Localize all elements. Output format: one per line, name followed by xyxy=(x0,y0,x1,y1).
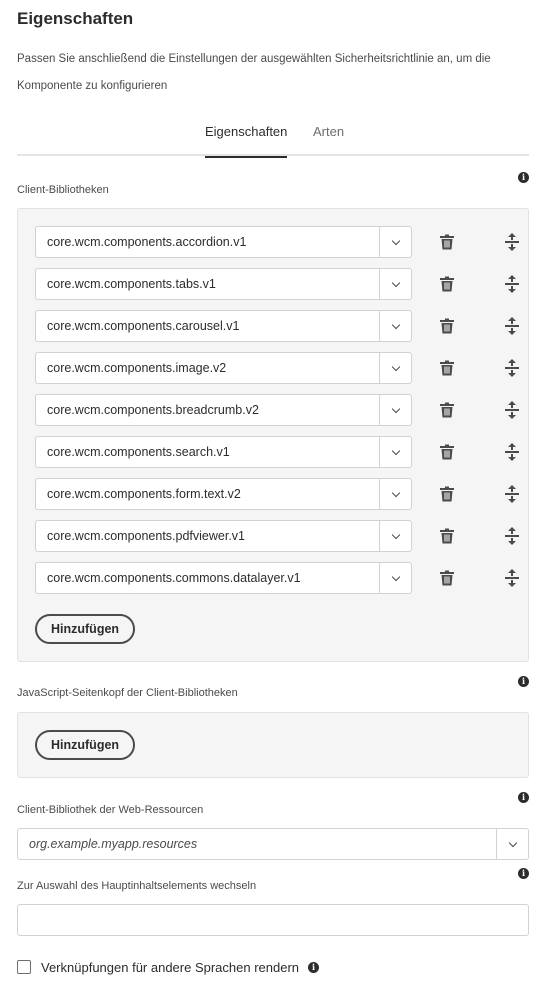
move-vertical-icon[interactable] xyxy=(503,316,521,336)
trash-icon[interactable] xyxy=(439,570,455,586)
client-library-select[interactable]: core.wcm.components.breadcrumb.v2 xyxy=(35,394,412,426)
info-icon[interactable]: i xyxy=(518,172,529,183)
client-library-row: core.wcm.components.tabs.v1 xyxy=(35,268,519,300)
page-title: Eigenschaften xyxy=(17,9,134,28)
client-libraries-panel: core.wcm.components.accordion.v1 core.wc… xyxy=(17,208,529,662)
move-vertical-icon[interactable] xyxy=(503,274,521,294)
move-vertical-icon[interactable] xyxy=(503,526,521,546)
chevron-down-icon xyxy=(391,236,400,245)
move-vertical-icon[interactable] xyxy=(503,232,521,252)
client-library-value: core.wcm.components.image.v2 xyxy=(47,361,227,375)
client-library-value: core.wcm.components.breadcrumb.v2 xyxy=(47,403,259,417)
tab-properties[interactable]: Eigenschaften xyxy=(205,124,288,158)
tab-styles[interactable]: Arten xyxy=(313,124,344,156)
info-icon[interactable]: i xyxy=(518,676,529,687)
trash-icon[interactable] xyxy=(439,360,455,376)
client-library-select[interactable]: core.wcm.components.accordion.v1 xyxy=(35,226,412,258)
chevron-down-icon xyxy=(391,488,400,497)
page-description: Passen Sie anschließend die Einstellunge… xyxy=(17,53,491,92)
client-library-dropdown-button[interactable] xyxy=(379,311,411,341)
move-vertical-icon[interactable] xyxy=(503,442,521,462)
chevron-down-icon xyxy=(391,278,400,287)
trash-icon[interactable] xyxy=(439,402,455,418)
client-libraries-label: Client-Bibliotheken xyxy=(17,184,109,196)
chevron-down-icon xyxy=(508,838,517,847)
client-library-row: core.wcm.components.pdfviewer.v1 xyxy=(35,520,519,552)
client-library-row: core.wcm.components.breadcrumb.v2 xyxy=(35,394,519,426)
client-library-row: core.wcm.components.image.v2 xyxy=(35,352,519,384)
render-links-checkbox[interactable] xyxy=(17,960,31,974)
trash-icon[interactable] xyxy=(439,234,455,250)
client-library-dropdown-button[interactable] xyxy=(379,353,411,383)
client-library-value: core.wcm.components.carousel.v1 xyxy=(47,319,240,333)
client-library-dropdown-button[interactable] xyxy=(379,521,411,551)
info-icon[interactable]: i xyxy=(518,792,529,803)
tab-bar: Eigenschaften Arten xyxy=(17,116,529,158)
web-resources-select[interactable]: org.example.myapp.resources xyxy=(17,828,529,860)
chevron-down-icon xyxy=(391,572,400,581)
client-library-value: core.wcm.components.pdfviewer.v1 xyxy=(47,529,246,543)
client-library-row: core.wcm.components.search.v1 xyxy=(35,436,519,468)
web-resources-dropdown-button[interactable] xyxy=(496,829,528,859)
client-library-row: core.wcm.components.commons.datalayer.v1 xyxy=(35,562,519,594)
move-vertical-icon[interactable] xyxy=(503,358,521,378)
move-vertical-icon[interactable] xyxy=(503,400,521,420)
client-library-value: core.wcm.components.form.text.v2 xyxy=(47,487,241,501)
client-library-dropdown-button[interactable] xyxy=(379,563,411,593)
trash-icon[interactable] xyxy=(439,486,455,502)
info-icon[interactable]: i xyxy=(518,868,529,879)
js-head-libraries-panel: Hinzufügen xyxy=(17,712,529,778)
js-head-libraries-label: JavaScript-Seitenkopf der Client-Bibliot… xyxy=(17,687,238,699)
web-resources-value: org.example.myapp.resources xyxy=(29,837,198,851)
main-content-input[interactable] xyxy=(17,904,529,936)
trash-icon[interactable] xyxy=(439,528,455,544)
render-links-label[interactable]: Verknüpfungen für andere Sprachen render… xyxy=(41,960,299,975)
client-library-select[interactable]: core.wcm.components.pdfviewer.v1 xyxy=(35,520,412,552)
chevron-down-icon xyxy=(391,446,400,455)
chevron-down-icon xyxy=(391,362,400,371)
client-library-row: core.wcm.components.accordion.v1 xyxy=(35,226,519,258)
client-library-select[interactable]: core.wcm.components.commons.datalayer.v1 xyxy=(35,562,412,594)
web-resources-label: Client-Bibliothek der Web-Ressourcen xyxy=(17,804,204,816)
client-library-select[interactable]: core.wcm.components.form.text.v2 xyxy=(35,478,412,510)
add-js-head-library-button[interactable]: Hinzufügen xyxy=(35,730,136,760)
client-library-select[interactable]: core.wcm.components.carousel.v1 xyxy=(35,310,412,342)
main-content-label: Zur Auswahl des Hauptinhaltselements wec… xyxy=(17,880,257,892)
client-library-value: core.wcm.components.search.v1 xyxy=(47,445,230,459)
client-library-dropdown-button[interactable] xyxy=(379,269,411,299)
client-library-dropdown-button[interactable] xyxy=(379,395,411,425)
info-icon[interactable]: i xyxy=(308,961,320,973)
add-client-library-button[interactable]: Hinzufügen xyxy=(35,614,136,644)
client-library-dropdown-button[interactable] xyxy=(379,479,411,509)
client-library-row: core.wcm.components.carousel.v1 xyxy=(35,310,519,342)
client-library-dropdown-button[interactable] xyxy=(379,437,411,467)
client-library-value: core.wcm.components.accordion.v1 xyxy=(47,235,247,249)
trash-icon[interactable] xyxy=(439,444,455,460)
trash-icon[interactable] xyxy=(439,318,455,334)
trash-icon[interactable] xyxy=(439,276,455,292)
client-library-select[interactable]: core.wcm.components.image.v2 xyxy=(35,352,412,384)
client-library-dropdown-button[interactable] xyxy=(379,227,411,257)
render-links-row: Verknüpfungen für andere Sprachen render… xyxy=(17,958,320,976)
chevron-down-icon xyxy=(391,404,400,413)
move-vertical-icon[interactable] xyxy=(503,484,521,504)
client-library-select[interactable]: core.wcm.components.search.v1 xyxy=(35,436,412,468)
client-library-value: core.wcm.components.tabs.v1 xyxy=(47,277,216,291)
client-library-row: core.wcm.components.form.text.v2 xyxy=(35,478,519,510)
client-library-value: core.wcm.components.commons.datalayer.v1 xyxy=(47,571,301,585)
chevron-down-icon xyxy=(391,530,400,539)
client-library-select[interactable]: core.wcm.components.tabs.v1 xyxy=(35,268,412,300)
move-vertical-icon[interactable] xyxy=(503,568,521,588)
chevron-down-icon xyxy=(391,320,400,329)
